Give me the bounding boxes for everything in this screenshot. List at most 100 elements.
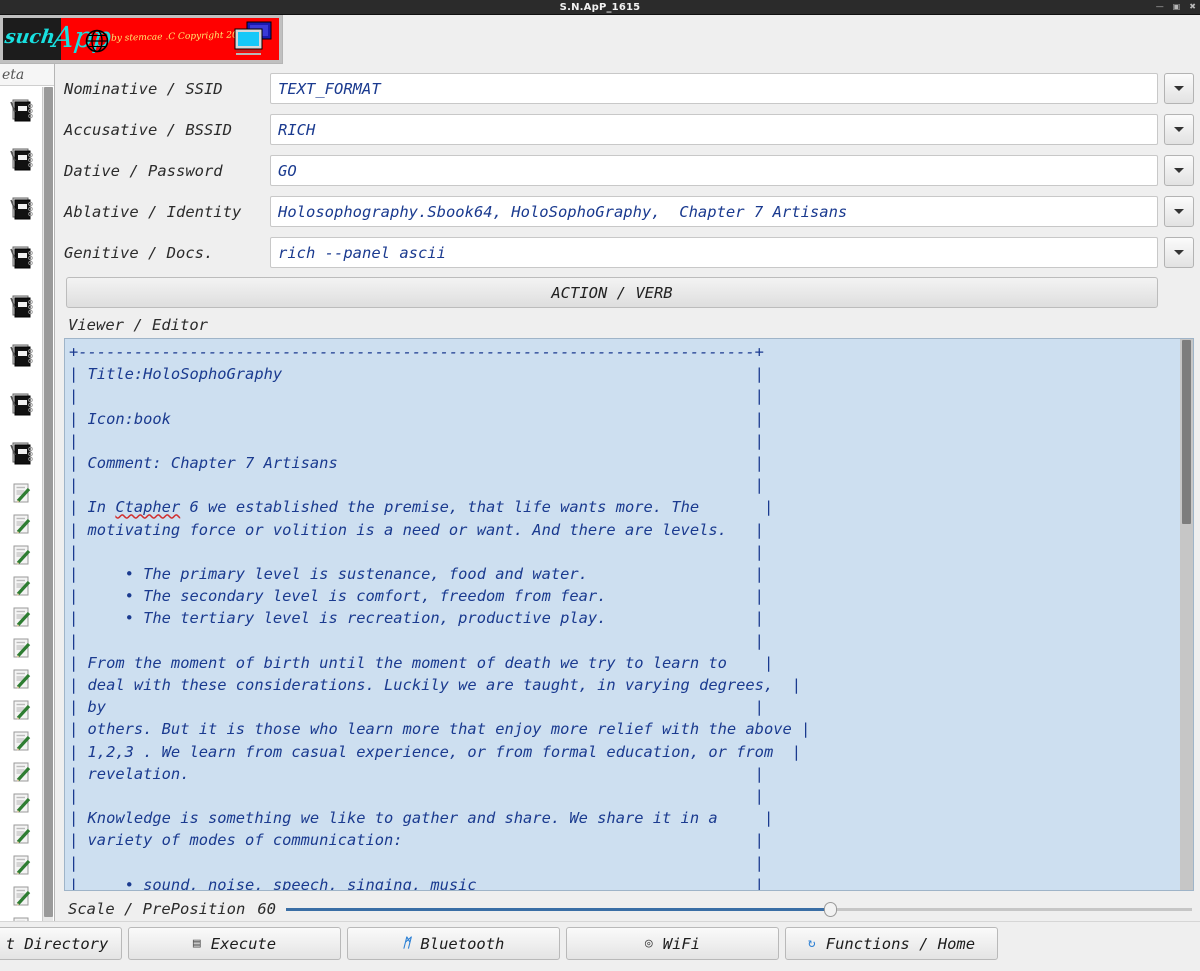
input-genitive-docs[interactable] bbox=[270, 237, 1158, 268]
sidebar-item-notebook[interactable] bbox=[0, 282, 44, 331]
sidebar-item-document[interactable] bbox=[0, 757, 44, 788]
document-pencil-icon bbox=[13, 576, 31, 595]
app-window: such App by stemcae .C Copyright 2020 et… bbox=[0, 14, 1200, 971]
label-nominative: Nominative / SSID bbox=[64, 79, 223, 98]
wifi-icon: ◎ bbox=[644, 936, 653, 951]
directory-button[interactable]: t Directory bbox=[0, 927, 122, 960]
notebook-icon bbox=[10, 344, 33, 366]
chevron-down-icon bbox=[1174, 168, 1184, 173]
sidebar-item-document[interactable] bbox=[0, 819, 44, 850]
notebook-icon bbox=[10, 295, 33, 317]
label-dative: Dative / Password bbox=[64, 161, 223, 180]
input-ablative-identity[interactable] bbox=[270, 196, 1158, 227]
label-genitive: Genitive / Docs. bbox=[64, 243, 214, 262]
form-row-dative: Dative / Password bbox=[64, 154, 1194, 187]
close-icon[interactable]: ✖ bbox=[1189, 3, 1196, 11]
document-pencil-icon bbox=[13, 762, 31, 781]
editor-text-content[interactable]: +---------------------------------------… bbox=[65, 339, 1180, 890]
sidebar-item-notebook[interactable] bbox=[0, 233, 44, 282]
form-row-accusative: Accusative / BSSID bbox=[64, 113, 1194, 146]
sidebar-header: eta bbox=[0, 64, 54, 86]
input-nominative-ssid[interactable] bbox=[270, 73, 1158, 104]
functions-home-button-label: Functions / Home bbox=[825, 934, 976, 953]
wifi-button-label: WiFi bbox=[662, 934, 701, 953]
left-sidebar[interactable]: eta bbox=[0, 64, 55, 936]
wifi-button[interactable]: ◎ WiFi bbox=[566, 927, 779, 960]
refresh-icon: ↻ bbox=[807, 936, 816, 951]
slider-handle[interactable] bbox=[823, 902, 837, 917]
maximize-icon[interactable]: ▣ bbox=[1173, 3, 1181, 11]
sidebar-item-document[interactable] bbox=[0, 881, 44, 912]
chevron-down-icon bbox=[1174, 86, 1184, 91]
banner-credit-text: by stemcae .C Copyright 2020 bbox=[110, 30, 250, 44]
dropdown-dative[interactable] bbox=[1164, 155, 1194, 186]
document-pencil-icon bbox=[13, 669, 31, 688]
chevron-down-icon bbox=[1174, 127, 1184, 132]
bluetooth-icon: ᛗ bbox=[402, 936, 411, 951]
sidebar-item-notebook[interactable] bbox=[0, 184, 44, 233]
action-verb-bar[interactable]: ACTION / VERB bbox=[66, 277, 1158, 308]
bluetooth-button[interactable]: ᛗ Bluetooth bbox=[347, 927, 560, 960]
input-accusative-bssid[interactable] bbox=[270, 114, 1158, 145]
editor-vertical-scrollbar[interactable] bbox=[1180, 339, 1193, 890]
directory-button-label: t Directory bbox=[5, 934, 109, 953]
sidebar-scrollbar-thumb[interactable] bbox=[44, 87, 53, 917]
functions-home-button[interactable]: ↻ Functions / Home bbox=[785, 927, 998, 960]
editor-text-pre: +---------------------------------------… bbox=[69, 343, 764, 517]
monitor-icon bbox=[234, 21, 272, 55]
document-pencil-icon bbox=[13, 855, 31, 874]
scale-slider[interactable] bbox=[285, 899, 1192, 919]
document-pencil-icon bbox=[13, 483, 31, 502]
notebook-icon bbox=[10, 148, 33, 170]
slider-fill bbox=[285, 908, 830, 911]
sidebar-item-document[interactable] bbox=[0, 478, 44, 509]
chevron-down-icon bbox=[1174, 250, 1184, 255]
label-accusative: Accusative / BSSID bbox=[64, 120, 232, 139]
sidebar-item-document[interactable] bbox=[0, 602, 44, 633]
sidebar-item-document[interactable] bbox=[0, 571, 44, 602]
globe-icon bbox=[85, 29, 109, 53]
banner-image: such App by stemcae .C Copyright 2020 bbox=[3, 18, 279, 60]
minimize-icon[interactable]: — bbox=[1156, 3, 1164, 11]
editor-scrollbar-thumb[interactable] bbox=[1182, 340, 1191, 524]
notebook-icon bbox=[10, 197, 33, 219]
execute-icon: ▤ bbox=[192, 936, 201, 951]
dropdown-ablative[interactable] bbox=[1164, 196, 1194, 227]
dropdown-nominative[interactable] bbox=[1164, 73, 1194, 104]
sidebar-item-document[interactable] bbox=[0, 695, 44, 726]
document-pencil-icon bbox=[13, 824, 31, 843]
dropdown-genitive[interactable] bbox=[1164, 237, 1194, 268]
viewer-editor-label: Viewer / Editor bbox=[68, 316, 208, 334]
sidebar-item-notebook[interactable] bbox=[0, 86, 44, 135]
viewer-editor-panel[interactable]: +---------------------------------------… bbox=[64, 338, 1194, 891]
label-ablative: Ablative / Identity bbox=[64, 202, 242, 221]
main-panel: Nominative / SSID Accusative / BSSID Dat… bbox=[56, 64, 1200, 921]
scale-preposition-row: Scale / PrePosition 60 bbox=[64, 896, 1194, 922]
sidebar-item-document[interactable] bbox=[0, 788, 44, 819]
sidebar-item-notebook[interactable] bbox=[0, 429, 44, 478]
sidebar-item-notebook[interactable] bbox=[0, 380, 44, 429]
window-title: S.N.ApP_1615 bbox=[559, 1, 641, 13]
sidebar-item-notebook[interactable] bbox=[0, 331, 44, 380]
sidebar-item-document[interactable] bbox=[0, 850, 44, 881]
sidebar-item-document[interactable] bbox=[0, 540, 44, 571]
document-pencil-icon bbox=[13, 514, 31, 533]
document-pencil-icon bbox=[13, 607, 31, 626]
sidebar-item-document[interactable] bbox=[0, 509, 44, 540]
execute-button[interactable]: ▤ Execute bbox=[128, 927, 341, 960]
sidebar-item-document[interactable] bbox=[0, 633, 44, 664]
bottom-toolbar: t Directory ▤ Execute ᛗ Bluetooth ◎ WiFi… bbox=[0, 921, 1200, 971]
notebook-icon bbox=[10, 442, 33, 464]
sidebar-vertical-scrollbar[interactable] bbox=[42, 87, 53, 923]
input-dative-password[interactable] bbox=[270, 155, 1158, 186]
document-pencil-icon bbox=[13, 700, 31, 719]
dropdown-accusative[interactable] bbox=[1164, 114, 1194, 145]
chevron-down-icon bbox=[1174, 209, 1184, 214]
sidebar-item-notebook[interactable] bbox=[0, 135, 44, 184]
sidebar-item-list[interactable] bbox=[0, 86, 44, 924]
sidebar-item-document[interactable] bbox=[0, 726, 44, 757]
sidebar-item-document[interactable] bbox=[0, 664, 44, 695]
execute-button-label: Execute bbox=[210, 934, 277, 953]
form-row-genitive: Genitive / Docs. bbox=[64, 236, 1194, 269]
document-pencil-icon bbox=[13, 731, 31, 750]
